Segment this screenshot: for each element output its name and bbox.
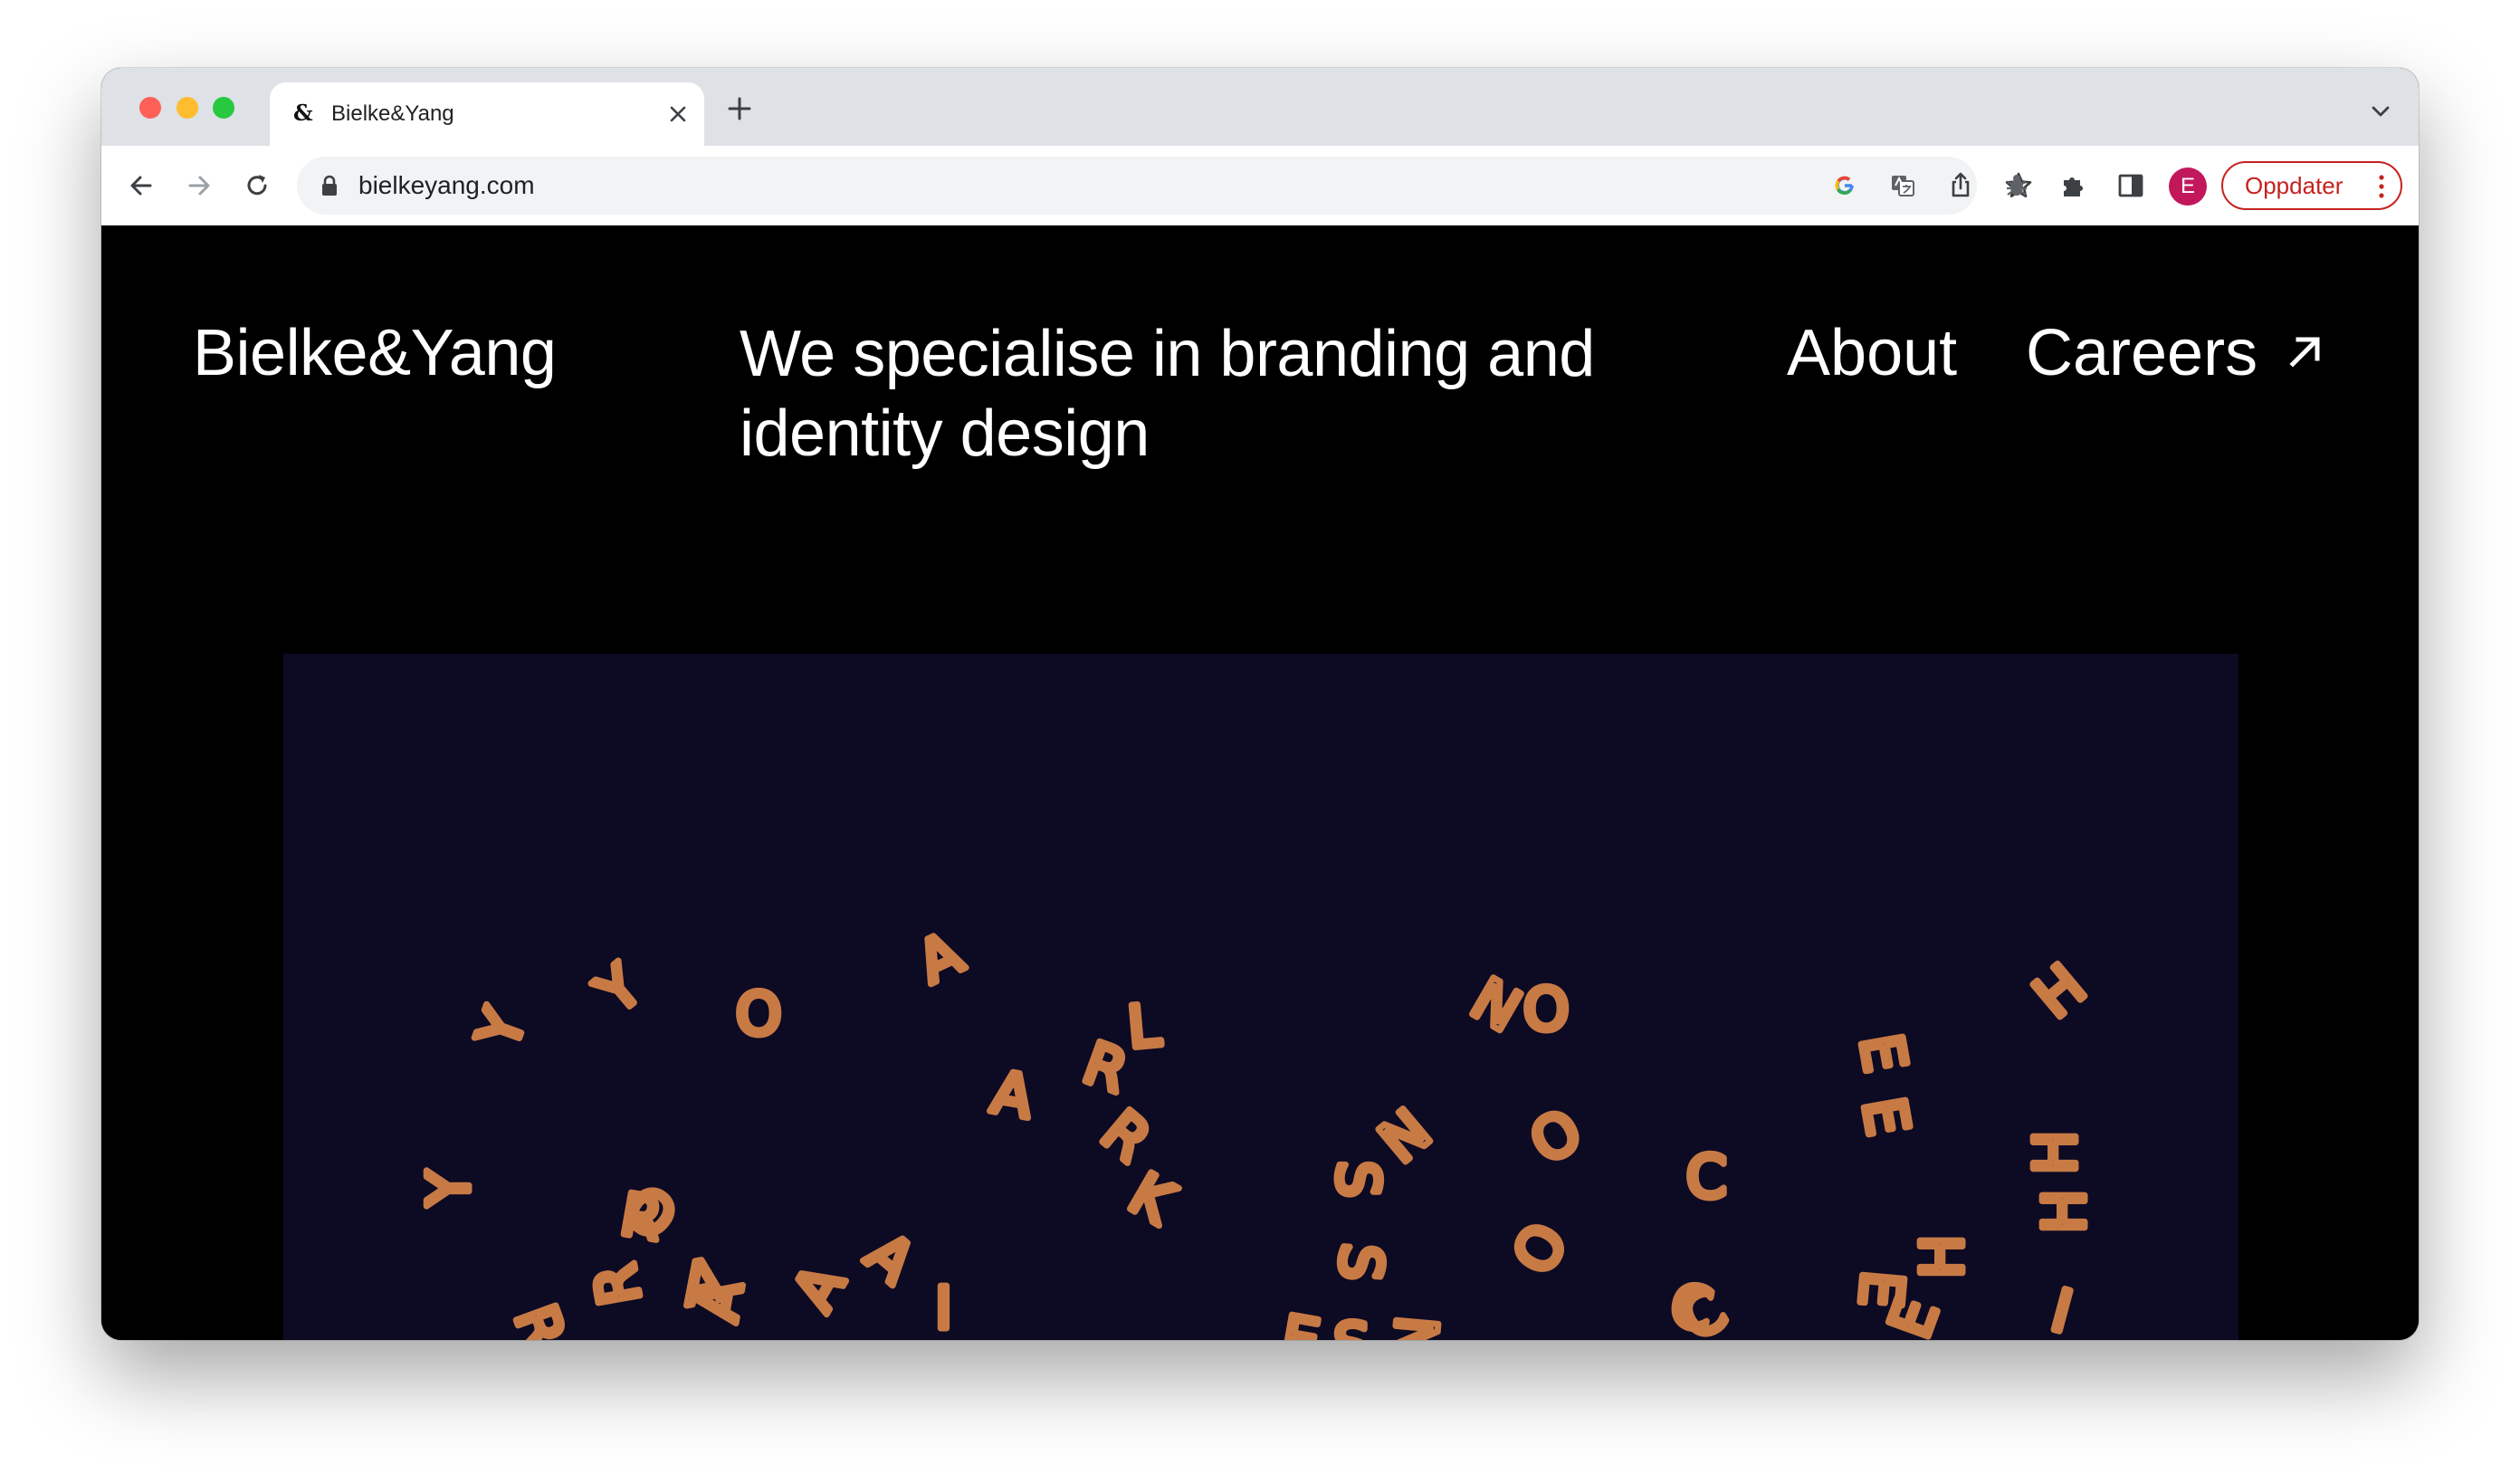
update-button[interactable]: Oppdater [2221, 161, 2402, 210]
tagline: We specialise in branding and identity d… [740, 318, 1595, 470]
more-vertical-icon [2379, 175, 2384, 198]
url-text[interactable]: bielkeyang.com [358, 171, 535, 200]
profile-avatar[interactable]: E [2169, 168, 2207, 206]
falling-letter: K [1118, 1161, 1186, 1239]
translate-icon[interactable] [1886, 169, 1919, 202]
falling-letter: O [736, 981, 781, 1048]
hero-letters-animation: YYOARALRSSNOOCCEEHHHYRORAAKNOCEHIRAENESA… [283, 654, 2238, 1340]
falling-letter: A [987, 1059, 1037, 1133]
close-tab-icon[interactable] [666, 102, 690, 126]
falling-letter: L [1125, 992, 1163, 1062]
falling-letter: Y [416, 1170, 483, 1207]
reload-icon[interactable] [241, 169, 273, 202]
falling-letter: E [1846, 1029, 1918, 1077]
nav-careers-link[interactable]: Careers [2026, 314, 2258, 392]
falling-letter: H [2022, 952, 2098, 1032]
nav-about-link[interactable]: About [1787, 314, 1957, 392]
falling-letter: H [2023, 1131, 2090, 1174]
external-arrow-icon[interactable] [2286, 331, 2325, 371]
address-bar[interactable]: bielkeyang.com [297, 157, 2032, 215]
new-tab-plus-icon[interactable] [726, 95, 753, 122]
title-bar: & Bielke&Yang [101, 68, 2419, 146]
falling-letter: A [781, 1254, 859, 1322]
minimize-window-button[interactable] [177, 97, 198, 119]
site-logo[interactable]: Bielke&Yang [193, 314, 557, 392]
falling-letter: O [1520, 1097, 1593, 1178]
website-page: Bielke&Yang We specialise in branding an… [101, 225, 2419, 1340]
close-window-button[interactable] [139, 97, 161, 119]
falling-letter: O [1523, 977, 1569, 1044]
falling-letter: A [854, 1220, 927, 1297]
falling-letter: I [935, 1276, 952, 1340]
falling-letter: H [2032, 1190, 2099, 1233]
update-button-label: Oppdater [2245, 172, 2343, 199]
falling-letter: S [1333, 1312, 1370, 1340]
falling-letter: C [1686, 1144, 1727, 1211]
falling-letter: S [1325, 1241, 1395, 1284]
falling-letter: R [501, 1297, 578, 1340]
falling-letter: H [1910, 1235, 1977, 1278]
side-panel-icon[interactable] [2114, 169, 2147, 202]
falling-letter: N [1460, 966, 1531, 1046]
falling-letter: R [582, 1259, 655, 1310]
falling-letter: A [908, 920, 972, 998]
falling-letters-graphic: YYOARALRSSNOOCCEEHHHYRORAAKNOCEHIRAENESA… [414, 916, 2103, 1340]
falling-letter: N [1379, 1314, 1449, 1340]
falling-letter: O [1501, 1212, 1581, 1286]
falling-letter: E [1848, 1093, 1921, 1141]
browser-toolbar: bielkeyang.com E Oppdater [101, 146, 2419, 226]
ampersand-favicon-icon: & [293, 100, 313, 126]
tab-title: Bielke&Yang [331, 101, 454, 126]
back-arrow-icon[interactable] [125, 169, 158, 202]
browser-window: & Bielke&Yang bielkeyang.com E Oppdater … [101, 68, 2419, 1340]
falling-letter: E [1876, 1289, 1952, 1340]
extensions-puzzle-icon[interactable] [2057, 169, 2089, 202]
bug-extension-icon[interactable] [2000, 169, 2033, 202]
falling-letter: Y [464, 1000, 540, 1058]
chevron-down-icon[interactable] [2370, 104, 2391, 119]
forward-arrow-icon[interactable] [183, 169, 215, 202]
falling-letter: I [2045, 1278, 2078, 1340]
google-g-icon[interactable] [1828, 169, 1861, 202]
falling-letter: Y [584, 952, 655, 1028]
share-icon[interactable] [1944, 169, 1977, 202]
falling-letter: S [1323, 1161, 1390, 1198]
falling-letter: E [1276, 1304, 1324, 1340]
falling-letter: R [1075, 1029, 1136, 1106]
lock-icon[interactable] [320, 175, 339, 196]
tab-bielke-yang[interactable]: & Bielke&Yang [270, 82, 704, 146]
zoom-window-button[interactable] [213, 97, 234, 119]
